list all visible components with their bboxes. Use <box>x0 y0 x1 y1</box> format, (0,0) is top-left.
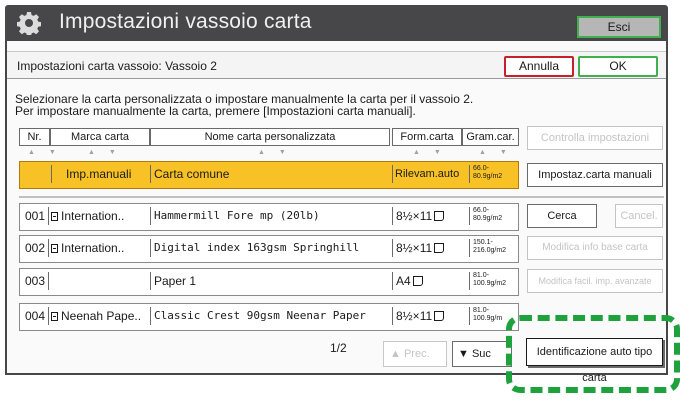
prev-page-button[interactable]: ▲ Prec. <box>383 341 447 367</box>
row-nr: 003 <box>25 274 46 288</box>
col-header-size[interactable]: Form.carta <box>392 128 462 146</box>
page-indicator: 1/2 <box>330 341 347 355</box>
row-gram: 66.0- 80.9g/m2 <box>469 207 513 225</box>
tray-icon <box>51 312 58 321</box>
instruction-line-2: Per impostare manualmente la carta, prem… <box>15 104 416 118</box>
down-arrow-icon: ▼ <box>458 348 469 360</box>
row-gram: 150.1- 216.0g/m2 <box>469 239 513 257</box>
row-name: Paper 1 <box>154 274 197 288</box>
row-size: Rilevam.auto <box>395 168 460 180</box>
exit-button[interactable]: Esci <box>577 16 661 38</box>
row-size: 8½×11 <box>396 304 466 328</box>
row-name: Digital index 163gsm Springhill <box>154 241 360 254</box>
row-nr: 002 <box>25 241 46 255</box>
table-row[interactable]: 001 Internation.. Hammermill Fore mp (20… <box>19 203 519 231</box>
row-gram: 81.0- 100.9g/m2 <box>469 272 513 290</box>
row-name: Classic Crest 90gsm Neenar Paper <box>154 309 366 322</box>
sort-arrows-icon: ▲▼ <box>413 149 455 156</box>
divider <box>19 196 664 198</box>
instruction-text: Selezionare la carta personalizzata o im… <box>15 93 473 117</box>
cancel-button[interactable]: Annulla <box>504 56 574 77</box>
dialog-subtitle: Impostazioni carta vassoio: Vassoio 2 <box>17 59 217 73</box>
row-brand <box>51 269 149 293</box>
col-header-gram[interactable]: Gram.car. <box>462 128 519 146</box>
tray-icon <box>51 244 58 253</box>
row-size: 8½×11 <box>396 204 466 228</box>
table-row-manual[interactable]: Imp.manuali Carta comune Rilevam.auto 66… <box>19 161 519 189</box>
auto-paper-type-button[interactable]: Identificazione auto tipo carta <box>526 338 663 384</box>
dialog-header: Impostazioni carta vassoio: Vassoio 2 An… <box>7 51 666 79</box>
cancel-search-button[interactable]: Cancel. <box>615 204 663 228</box>
tray-icon <box>51 212 58 221</box>
gear-icon <box>17 12 41 35</box>
manual-paper-settings-button[interactable]: Impostaz.carta manuali <box>527 163 663 187</box>
table-row[interactable]: 003 Paper 1 A4 81.0- 100.9g/m2 <box>19 268 519 296</box>
row-name: Carta comune <box>154 167 230 181</box>
row-name: Hammermill Fore mp (20lb) <box>154 209 320 222</box>
row-brand: Internation.. <box>51 236 149 260</box>
row-brand: Imp.manuali <box>66 167 132 181</box>
row-size: 8½×11 <box>396 236 466 260</box>
col-header-nr[interactable]: Nr. <box>19 128 50 146</box>
table-row[interactable]: 002 Internation.. Digital index 163gsm S… <box>19 235 519 263</box>
table-row[interactable]: 004 Neenah Pape.. Classic Crest 90gsm Ne… <box>19 303 519 331</box>
modify-base-info-button[interactable]: Modifica info base carta <box>527 236 663 260</box>
ok-button[interactable]: OK <box>578 56 658 77</box>
page-title: Impostazioni vassoio carta <box>59 10 312 33</box>
row-brand: Internation.. <box>51 204 149 228</box>
paper-orientation-icon <box>434 211 445 221</box>
row-gram: 66.0- 80.9g/m2 <box>469 165 513 183</box>
row-brand: Neenah Pape.. <box>51 304 149 328</box>
next-page-button[interactable]: ▼ Suc <box>452 341 512 367</box>
col-header-brand[interactable]: Marca carta <box>50 128 150 146</box>
sort-arrows-icon: ▲▼ <box>88 149 130 156</box>
modify-advanced-button[interactable]: Modifica facil. imp. avanzate <box>527 269 663 293</box>
paper-orientation-icon <box>412 276 423 286</box>
sort-arrows-icon: ▲▼ <box>28 149 70 156</box>
row-size: A4 <box>396 269 466 293</box>
sort-arrows-icon: ▲▼ <box>258 149 300 156</box>
paper-orientation-icon <box>434 311 445 321</box>
search-button[interactable]: Cerca <box>527 204 597 228</box>
up-arrow-icon: ▲ <box>390 348 401 360</box>
row-nr: 004 <box>25 309 46 323</box>
paper-orientation-icon <box>434 243 445 253</box>
check-settings-button[interactable]: Controlla impostazioni <box>527 126 663 150</box>
row-nr: 001 <box>25 209 46 223</box>
title-bar: Impostazioni vassoio carta Esci <box>5 5 668 41</box>
col-header-name[interactable]: Nome carta personalizzata <box>150 128 390 146</box>
sort-arrows-icon: ▲▼ <box>479 149 521 156</box>
